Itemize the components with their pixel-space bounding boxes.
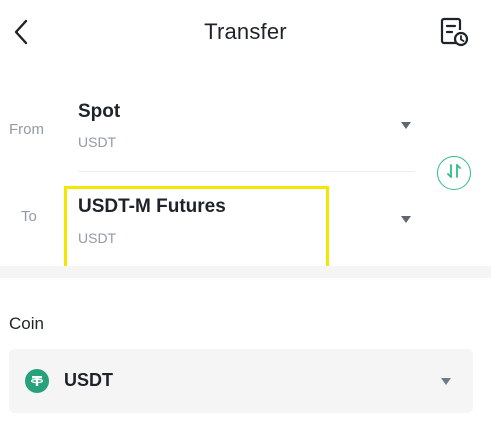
from-account-asset: USDT — [78, 134, 117, 150]
swap-accounts-button[interactable] — [437, 156, 471, 190]
section-divider — [0, 266, 491, 278]
document-clock-icon — [439, 16, 469, 53]
chevron-down-icon — [401, 122, 411, 129]
swap-vertical-icon — [445, 162, 463, 185]
chevron-down-icon — [441, 378, 451, 385]
page-title: Transfer — [204, 19, 287, 44]
chevron-down-icon — [401, 216, 411, 223]
selected-coin: USDT — [64, 370, 113, 390]
coin-label: Coin — [9, 314, 44, 333]
from-label: From — [9, 121, 44, 138]
to-label: To — [21, 208, 37, 225]
from-account-selector[interactable]: Spot USDT — [78, 101, 418, 157]
transfer-history-button[interactable] — [434, 14, 474, 54]
highlight-box — [64, 186, 329, 272]
divider — [78, 171, 414, 172]
from-account-title: Spot — [78, 101, 121, 122]
tether-icon — [25, 369, 49, 393]
